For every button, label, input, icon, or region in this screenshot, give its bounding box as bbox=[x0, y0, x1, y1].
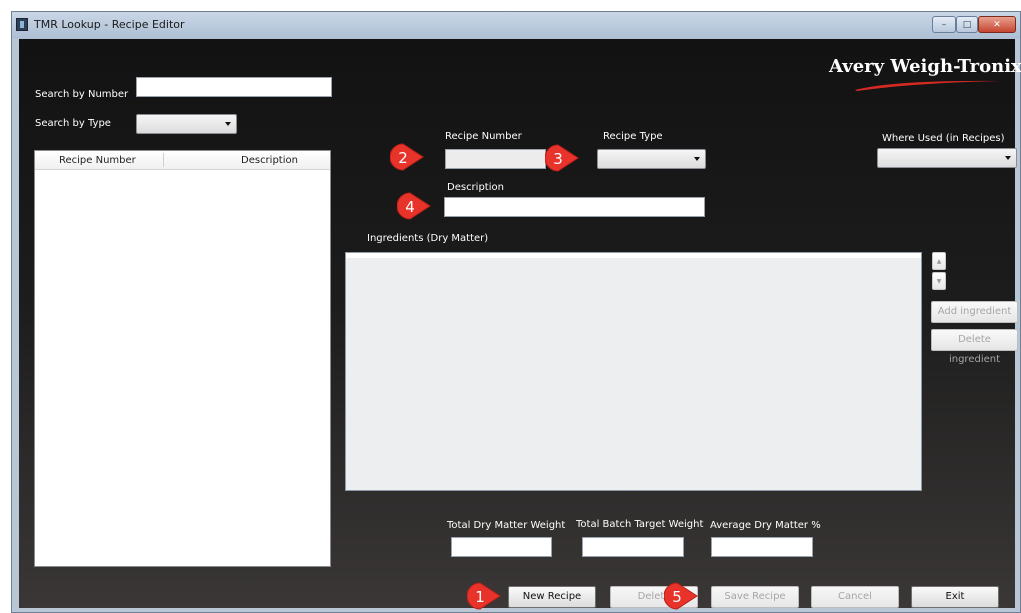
cancel-button[interactable]: Cancel bbox=[811, 586, 899, 608]
move-down-button[interactable]: ▼ bbox=[932, 272, 946, 290]
window-title: TMR Lookup - Recipe Editor bbox=[34, 18, 185, 31]
chevron-down-icon bbox=[225, 122, 231, 126]
recipe-editor-panel: Search by Number Search by Type Recipe N… bbox=[19, 39, 1021, 610]
total-dry-matter-weight-field bbox=[451, 537, 552, 557]
ingredients-label: Ingredients (Dry Matter) bbox=[367, 233, 489, 244]
maximize-button[interactable]: □ bbox=[956, 16, 978, 33]
delete-ingredient-button[interactable]: Delete ingredient bbox=[931, 329, 1018, 365]
column-divider[interactable] bbox=[163, 153, 164, 167]
move-up-button[interactable]: ▲ bbox=[932, 252, 946, 270]
average-dry-matter-label: Average Dry Matter % bbox=[710, 520, 821, 531]
search-by-type-select[interactable] bbox=[136, 114, 237, 134]
callout-marker-5: 5 bbox=[664, 581, 698, 613]
column-header-description[interactable]: Description bbox=[241, 155, 298, 166]
callout-number: 1 bbox=[475, 588, 485, 606]
recipe-number-label: Recipe Number bbox=[445, 131, 522, 142]
add-ingredient-button[interactable]: Add ingredient bbox=[931, 301, 1018, 323]
recipe-type-label: Recipe Type bbox=[603, 131, 663, 142]
recipe-number-input[interactable] bbox=[445, 149, 546, 169]
column-header-recipe-number[interactable]: Recipe Number bbox=[59, 155, 136, 166]
chevron-down-icon bbox=[694, 157, 700, 161]
callout-number: 5 bbox=[672, 588, 682, 606]
description-input[interactable] bbox=[444, 197, 705, 217]
recipe-list[interactable]: Recipe Number Description bbox=[34, 150, 331, 567]
recipe-list-header: Recipe Number Description bbox=[35, 151, 330, 170]
where-used-select[interactable] bbox=[877, 148, 1017, 168]
ingredients-grid[interactable] bbox=[345, 252, 922, 491]
recipe-type-select[interactable] bbox=[597, 149, 706, 169]
arrow-down-icon: ▼ bbox=[936, 278, 942, 285]
callout-number: 4 bbox=[405, 198, 415, 216]
total-batch-target-weight-label: Total Batch Target Weight bbox=[576, 519, 704, 530]
new-recipe-button[interactable]: New Recipe bbox=[508, 586, 596, 608]
chevron-down-icon bbox=[1005, 156, 1011, 160]
save-recipe-button[interactable]: Save Recipe bbox=[711, 586, 799, 608]
callout-marker-2: 2 bbox=[390, 142, 424, 174]
arrow-up-icon: ▲ bbox=[936, 258, 942, 265]
maximize-icon: □ bbox=[962, 19, 972, 30]
company-logo: Avery Weigh-Tronix bbox=[829, 56, 1021, 77]
search-by-number-input[interactable] bbox=[136, 77, 332, 97]
total-batch-target-weight-field bbox=[582, 537, 684, 557]
close-button[interactable]: ✕ bbox=[978, 16, 1016, 33]
app-window: TMR Lookup - Recipe Editor – □ ✕ Search … bbox=[11, 11, 1021, 613]
callout-marker-4: 4 bbox=[397, 191, 431, 223]
exit-button[interactable]: Exit bbox=[911, 586, 999, 608]
minimize-icon: – bbox=[941, 19, 947, 30]
callout-number: 2 bbox=[398, 149, 408, 167]
close-icon: ✕ bbox=[993, 19, 1001, 30]
where-used-label: Where Used (in Recipes) bbox=[882, 133, 1005, 144]
minimize-button[interactable]: – bbox=[932, 16, 956, 33]
search-by-type-label: Search by Type bbox=[35, 118, 111, 129]
callout-number: 3 bbox=[553, 150, 563, 168]
title-bar[interactable]: TMR Lookup - Recipe Editor – □ ✕ bbox=[12, 12, 1020, 39]
logo-swoosh-icon bbox=[855, 80, 1001, 91]
app-icon bbox=[16, 18, 28, 31]
callout-marker-1: 1 bbox=[467, 581, 501, 613]
average-dry-matter-field bbox=[711, 537, 813, 557]
callout-marker-3: 3 bbox=[545, 143, 579, 175]
description-label: Description bbox=[447, 182, 504, 193]
total-dry-matter-weight-label: Total Dry Matter Weight bbox=[447, 520, 566, 531]
search-by-number-label: Search by Number bbox=[35, 89, 129, 100]
